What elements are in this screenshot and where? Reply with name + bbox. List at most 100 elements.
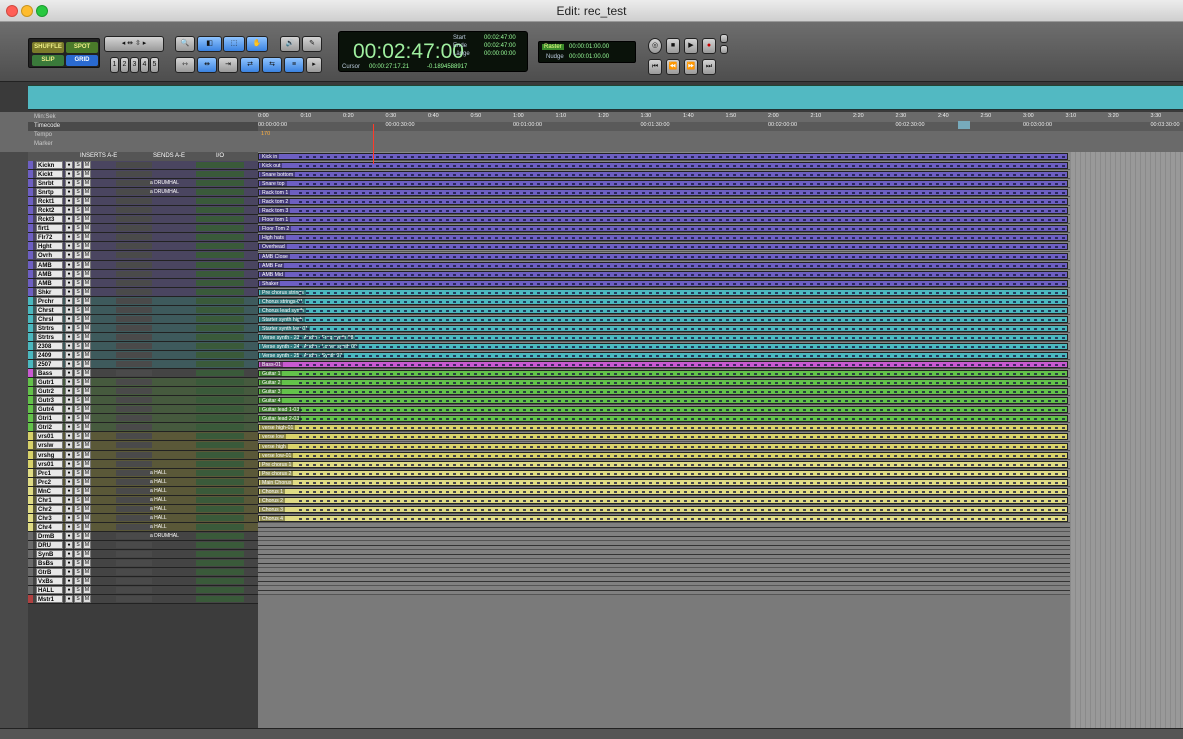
insert-slot[interactable] xyxy=(116,370,152,377)
zoomer-tool-icon[interactable]: 🔍 xyxy=(175,36,195,52)
track-playlist[interactable]: Pre chorus 2 xyxy=(258,468,1183,478)
send-slot[interactable]: a HALL xyxy=(150,488,182,494)
mute-button[interactable]: M xyxy=(83,224,91,233)
track-playlist[interactable]: Guitar 4 xyxy=(258,396,1183,406)
record-enable-button[interactable]: ● xyxy=(65,269,73,278)
send-slot[interactable] xyxy=(150,388,182,394)
loop-toggle-icon[interactable] xyxy=(720,34,728,43)
track-name[interactable]: SynB xyxy=(36,550,63,559)
track-row[interactable]: AMB ● S M xyxy=(28,278,258,288)
mute-button[interactable]: M xyxy=(83,305,91,314)
track-row[interactable]: Kickt ● S M xyxy=(28,170,258,180)
track-playlist[interactable] xyxy=(258,531,1183,542)
io-selector[interactable] xyxy=(196,333,244,340)
solo-button[interactable]: S xyxy=(74,296,82,305)
online-icon[interactable]: ◎ xyxy=(648,38,662,54)
nudge-value[interactable]: 00:00:01:00.00 xyxy=(569,54,609,60)
io-selector[interactable] xyxy=(196,198,244,205)
solo-button[interactable]: S xyxy=(74,450,82,459)
io-selector[interactable] xyxy=(196,216,244,223)
track-name[interactable]: vrs01 xyxy=(36,459,63,468)
solo-button[interactable]: S xyxy=(74,242,82,251)
slip-mode-button[interactable]: SLIP xyxy=(32,55,64,66)
record-enable-button[interactable]: ● xyxy=(65,459,73,468)
track-name[interactable]: Rckt3 xyxy=(36,215,63,224)
solo-button[interactable]: S xyxy=(74,477,82,486)
record-enable-button[interactable]: ● xyxy=(65,296,73,305)
minsec-ruler-label[interactable]: Min:Sek xyxy=(28,113,258,122)
audio-clip[interactable]: Pre chorus 2 xyxy=(258,469,1068,477)
io-selector[interactable] xyxy=(196,297,244,304)
solo-button[interactable]: S xyxy=(74,369,82,378)
track-row[interactable]: Prc1 ● S Ma HALL xyxy=(28,468,258,478)
grid-mode-button[interactable]: GRID xyxy=(66,55,98,66)
mute-button[interactable]: M xyxy=(83,287,91,296)
track-playlist[interactable]: Rack tom 2 xyxy=(258,197,1183,207)
insert-slot[interactable] xyxy=(116,469,152,476)
mute-button[interactable]: M xyxy=(83,206,91,215)
track-row[interactable]: Gutr1 ● S M xyxy=(28,378,258,388)
timecode-ruler-label[interactable]: Timecode xyxy=(28,122,258,131)
track-playlist[interactable] xyxy=(258,586,1183,596)
mute-button[interactable]: M xyxy=(83,296,91,305)
go-to-end-icon[interactable]: ⏭ xyxy=(702,59,716,75)
send-slot[interactable] xyxy=(150,433,182,439)
record-enable-button[interactable]: ● xyxy=(65,287,73,296)
send-slot[interactable] xyxy=(150,596,182,602)
io-selector[interactable] xyxy=(196,560,244,567)
track-playlist[interactable]: Overhead xyxy=(258,242,1183,252)
track-row[interactable]: Prchr ● S M xyxy=(28,296,258,306)
audio-clip[interactable]: Starter synth low-01 xyxy=(258,324,1068,332)
playhead-cursor[interactable] xyxy=(373,124,374,164)
send-slot[interactable] xyxy=(150,370,182,376)
track-row[interactable]: Rckt1 ● S M xyxy=(28,197,258,207)
track-name[interactable]: DRU xyxy=(36,540,63,549)
track-playlist[interactable]: Kick out xyxy=(258,161,1183,171)
audio-clip[interactable]: Shaker xyxy=(258,279,1068,287)
insert-slot[interactable] xyxy=(116,460,152,467)
track-name[interactable]: Gutr3 xyxy=(36,396,63,405)
audio-clip[interactable]: Floor tom 1 xyxy=(258,216,1068,224)
mute-button[interactable]: M xyxy=(83,468,91,477)
track-row[interactable]: vrs01 ● S M xyxy=(28,459,258,469)
solo-button[interactable]: S xyxy=(74,577,82,586)
track-name[interactable]: Strtrs xyxy=(36,332,63,341)
mute-button[interactable]: M xyxy=(83,170,91,179)
io-selector[interactable] xyxy=(196,569,244,576)
mute-button[interactable]: M xyxy=(83,396,91,405)
track-name[interactable]: vrslw xyxy=(36,441,63,450)
solo-button[interactable]: S xyxy=(74,233,82,242)
audio-clip[interactable]: Pre chorus 1 xyxy=(258,460,1068,468)
io-selector[interactable] xyxy=(196,361,244,368)
track-row[interactable]: Chrsl ● S M xyxy=(28,314,258,324)
solo-button[interactable]: S xyxy=(74,504,82,513)
track-name[interactable]: Prchr xyxy=(36,296,63,305)
solo-button[interactable]: S xyxy=(74,206,82,215)
send-slot[interactable] xyxy=(150,325,182,331)
insert-slot[interactable] xyxy=(116,270,152,277)
send-slot[interactable]: a HALL xyxy=(150,497,182,503)
mute-button[interactable]: M xyxy=(83,531,91,540)
record-enable-button[interactable]: ● xyxy=(65,468,73,477)
track-row[interactable]: 2308 ● S M xyxy=(28,341,258,351)
trim-tool-icon[interactable]: ◧ xyxy=(197,36,222,52)
send-slot[interactable]: a HALL xyxy=(150,470,182,476)
io-selector[interactable] xyxy=(196,189,244,196)
record-enable-button[interactable]: ● xyxy=(65,441,73,450)
send-slot[interactable] xyxy=(150,424,182,430)
record-enable-button[interactable]: ● xyxy=(65,450,73,459)
send-slot[interactable]: a DRUMHAL xyxy=(150,180,182,186)
insert-slot[interactable] xyxy=(116,162,152,168)
io-selector[interactable] xyxy=(196,532,244,539)
solo-button[interactable]: S xyxy=(74,486,82,495)
send-slot[interactable]: a DRUMHAL xyxy=(150,533,182,539)
track-name[interactable]: Snrbt xyxy=(36,179,63,188)
mute-button[interactable]: M xyxy=(83,161,91,169)
mute-button[interactable]: M xyxy=(83,550,91,559)
record-enable-button[interactable]: ● xyxy=(65,305,73,314)
send-slot[interactable] xyxy=(150,551,182,557)
mute-button[interactable]: M xyxy=(83,251,91,260)
record-enable-button[interactable]: ● xyxy=(65,251,73,260)
track-row[interactable]: flrt1 ● S M xyxy=(28,224,258,234)
solo-button[interactable]: S xyxy=(74,522,82,531)
